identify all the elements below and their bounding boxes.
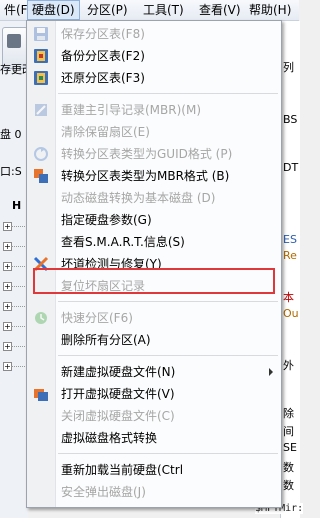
- menu-separator: [58, 355, 278, 356]
- right-pane-text: DT: [283, 161, 299, 174]
- right-pane-text: 数: [283, 461, 294, 474]
- disk-label: 盘 0: [0, 128, 22, 141]
- disk-tree: + + + + + + + +: [0, 216, 28, 416]
- menu-help[interactable]: 帮助(H): [245, 0, 295, 20]
- menu-item-restore-partition-table[interactable]: 还原分区表(F3): [29, 67, 279, 89]
- right-pane-text: 外: [283, 359, 294, 372]
- menu-separator: [58, 453, 278, 454]
- right-pane-text: ES: [283, 233, 297, 246]
- right-pane: 列 BS DT ES Re 本 Ou 外 除 间 SE 数 数: [280, 21, 300, 518]
- menu-item-label: 重新加载当前硬盘(Ctrl: [61, 463, 184, 477]
- menu-item-label: 关闭虚拟硬盘文件(C): [61, 409, 175, 423]
- menu-item-new-virtual-disk[interactable]: 新建虚拟硬盘文件(N): [29, 361, 279, 383]
- menu-item-label: 删除所有分区(A): [61, 333, 151, 347]
- menu-item-label: 打开虚拟硬盘文件(V): [61, 387, 175, 401]
- menu-item-convert-to-mbr[interactable]: 转换分区表类型为MBR格式 (B): [29, 165, 279, 187]
- menu-item-label: 备份分区表(F2): [61, 49, 145, 63]
- quick-partition-icon: [33, 310, 49, 326]
- tree-head: H: [12, 199, 22, 212]
- menu-item-label: 重建主引导记录(MBR)(M): [61, 103, 202, 117]
- menu-item-label: 保存分区表(F8): [61, 27, 145, 41]
- menu-disk[interactable]: 硬盘(D): [27, 0, 80, 20]
- right-pane-text: Re: [283, 249, 297, 262]
- menu-item-quick-partition[interactable]: 快速分区(F6): [29, 307, 279, 329]
- right-pane-text: 除: [283, 407, 294, 420]
- menu-item-reload-current-disk[interactable]: 重新加载当前硬盘(Ctrl: [29, 459, 279, 481]
- menu-item-clear-reserved-sectors[interactable]: 清除保留扇区(E): [29, 121, 279, 143]
- menu-item-virtual-disk-format-conversion[interactable]: 虚拟磁盘格式转换: [29, 427, 279, 449]
- backup-icon: [33, 48, 49, 64]
- menu-item-label: 虚拟磁盘格式转换: [61, 431, 158, 445]
- menu-item-label: 转换分区表类型为GUID格式 (P): [61, 147, 233, 161]
- menu-item-delete-all-partitions[interactable]: 删除所有分区(A): [29, 329, 279, 351]
- right-pane-text: 间: [283, 425, 294, 438]
- menu-item-safely-eject-disk[interactable]: 安全弹出磁盘(J): [29, 481, 279, 503]
- menu-item-backup-partition-table[interactable]: 备份分区表(F2): [29, 45, 279, 67]
- menu-item-label: 查看S.M.A.R.T.信息(S): [61, 235, 185, 249]
- menu-item-save-partition-table[interactable]: 保存分区表(F8): [29, 23, 279, 45]
- menu-item-label: 转换分区表类型为MBR格式 (B): [61, 169, 230, 183]
- menu-separator: [58, 301, 278, 302]
- menu-item-convert-to-guid[interactable]: 转换分区表类型为GUID格式 (P): [29, 143, 279, 165]
- convert-mbr-icon: [33, 168, 49, 184]
- menu-item-rebuild-mbr[interactable]: 重建主引导记录(MBR)(M): [29, 99, 279, 121]
- submenu-arrow-icon: [269, 368, 273, 376]
- rebuild-mbr-icon: [33, 102, 49, 118]
- menu-item-label: 指定硬盘参数(G): [61, 213, 152, 227]
- menu-item-label: 还原分区表(F3): [61, 71, 145, 85]
- menu-item-label: 动态磁盘转换为基本磁盘 (D): [61, 191, 216, 205]
- right-pane-text: SE: [283, 441, 297, 454]
- menubar: 件(F) 硬盘(D) 分区(P) 工具(T) 查看(V) 帮助(H): [0, 0, 299, 21]
- right-pane-text: 数: [283, 479, 294, 492]
- save-icon: [7, 34, 21, 48]
- menu-item-dynamic-to-basic[interactable]: 动态磁盘转换为基本磁盘 (D): [29, 187, 279, 209]
- open-virtual-disk-icon: [33, 386, 49, 402]
- menu-item-close-virtual-disk[interactable]: 关闭虚拟硬盘文件(C): [29, 405, 279, 427]
- menu-item-label: 新建虚拟硬盘文件(N): [61, 365, 176, 379]
- right-pane-text: BS: [283, 113, 298, 126]
- port-label: 口:S: [0, 165, 22, 178]
- restore-icon: [33, 70, 49, 86]
- right-pane-text: 本: [283, 291, 294, 304]
- menu-partition[interactable]: 分区(P): [83, 0, 132, 20]
- highlight-annotation-box: [33, 268, 275, 294]
- menu-item-view-smart-info[interactable]: 查看S.M.A.R.T.信息(S): [29, 231, 279, 253]
- menu-item-specify-disk-parameters[interactable]: 指定硬盘参数(G): [29, 209, 279, 231]
- menu-tools[interactable]: 工具(T): [139, 0, 188, 20]
- right-pane-text: 列: [283, 61, 294, 74]
- left-pane: 存更改 盘 0 口:S H + + + + + + + +: [0, 21, 33, 518]
- menu-item-label: 清除保留扇区(E): [61, 125, 150, 139]
- menu-item-open-virtual-disk[interactable]: 打开虚拟硬盘文件(V): [29, 383, 279, 405]
- disk-dropdown-menu: 保存分区表(F8) 备份分区表(F2) 还原分区表(F3) 重建主引导记录(MB…: [26, 20, 282, 508]
- menu-item-label: 快速分区(F6): [61, 311, 133, 325]
- right-pane-text: Ou: [283, 307, 299, 320]
- convert-guid-icon: [33, 146, 49, 162]
- menu-separator: [58, 93, 278, 94]
- save-icon: [33, 26, 49, 42]
- menu-view[interactable]: 查看(V): [195, 0, 245, 20]
- menu-item-label: 安全弹出磁盘(J): [61, 485, 146, 499]
